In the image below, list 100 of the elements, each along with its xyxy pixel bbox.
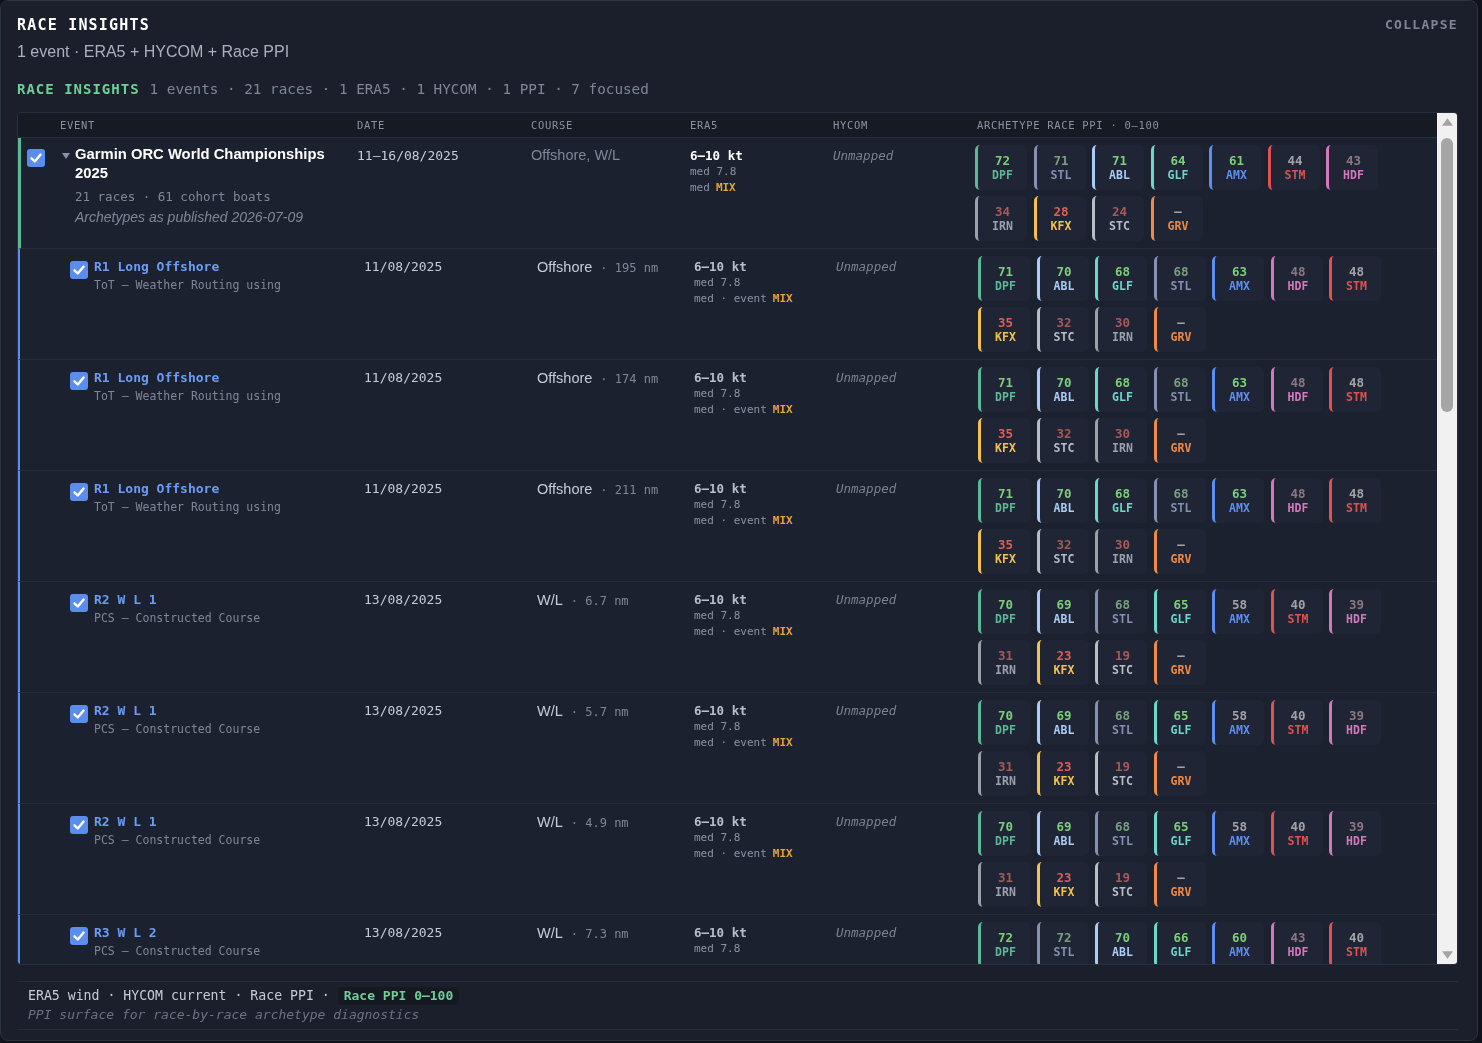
ppi-score: 23 [1056, 758, 1072, 774]
archetype-code: STC [1112, 773, 1133, 789]
ppi-score: 39 [1348, 707, 1365, 723]
race-name[interactable]: R1 Long Offshore [94, 258, 220, 275]
race-date: 13/08/2025 [364, 813, 443, 830]
archetype-code: AMX [1229, 833, 1250, 849]
mix-tag: MIX [772, 846, 793, 862]
course-type: W/L [537, 702, 563, 720]
ppi-score: 58 [1231, 596, 1248, 612]
archetype-code: STL [1112, 833, 1133, 849]
archetype-code: STL [1112, 722, 1133, 738]
archetype-code: DPF [995, 500, 1016, 516]
race-date: 11/08/2025 [364, 480, 443, 497]
checkbox[interactable] [70, 483, 88, 501]
hycom-status: Unmapped [836, 702, 897, 719]
event-date: 11–16/08/2025 [357, 147, 459, 164]
archetype-code: AMX [1229, 500, 1250, 516]
ppi-score: 64 [1170, 152, 1186, 168]
archetype-code: ABL [1053, 389, 1075, 405]
course-distance: · 6.7 nm [570, 594, 629, 608]
race-name[interactable]: R3 W L 2 [94, 924, 157, 941]
race-name[interactable]: R2 W L 1 [94, 813, 157, 830]
archetype-code: KFX [1053, 773, 1075, 789]
archetype-code: KFX [1053, 662, 1075, 678]
wind-median: med 7.8 [694, 275, 741, 291]
ppi-score: 31 [997, 647, 1014, 663]
mix-label: med · event [694, 735, 767, 751]
archetype-code: DPF [995, 833, 1016, 849]
race-name[interactable]: R2 W L 1 [94, 702, 157, 719]
archetype-code: ABL [1109, 167, 1130, 183]
race-date: 11/08/2025 [364, 258, 443, 275]
collapse-button[interactable]: COLLAPSE [1385, 14, 1458, 36]
archetype-code: DPF [995, 722, 1016, 738]
course-distance: · 7.3 nm [570, 927, 629, 941]
archetype-code: HDF [1287, 389, 1309, 405]
ppi-score: 35 [997, 314, 1014, 330]
ppi-score: 30 [1114, 314, 1131, 330]
archetype-code: STL [1050, 167, 1072, 183]
archetype-code: ABL [1112, 944, 1133, 960]
hycom-status: Unmapped [836, 924, 897, 941]
ppi-score: 43 [1345, 152, 1362, 168]
archetype-code: HDF [1346, 722, 1367, 738]
wind-range: 6–10 kt [694, 924, 747, 941]
race-name[interactable]: R1 Long Offshore [94, 369, 220, 386]
checkbox[interactable] [70, 261, 88, 279]
ppi-score: – [1177, 647, 1185, 663]
ppi-score: 32 [1056, 425, 1072, 441]
ppi-score: – [1177, 536, 1185, 552]
checkbox[interactable] [70, 705, 88, 723]
archetype-code: DPF [995, 944, 1016, 960]
ppi-score: 61 [1228, 152, 1245, 168]
archetype-code: STM [1346, 944, 1367, 960]
ppi-score: 68 [1114, 485, 1131, 501]
ppi-score: 19 [1114, 647, 1131, 663]
archetype-code: IRN [995, 662, 1016, 678]
mix-label: med [690, 180, 710, 196]
panel-title: RACE INSIGHTS [17, 15, 150, 36]
archetype-code: IRN [1112, 440, 1133, 456]
archetype-code: DPF [992, 167, 1013, 183]
archetype-code: IRN [1112, 329, 1133, 345]
archetype-code: GLF [1167, 167, 1189, 183]
ppi-score: 68 [1114, 263, 1131, 279]
ppi-score: 63 [1231, 263, 1248, 279]
ppi-score: 70 [1056, 374, 1072, 390]
hycom-status: Unmapped [836, 258, 897, 275]
ppi-score: 68 [1173, 485, 1189, 501]
legend-caption: PPI surface for race-by-race archetype diagnostics [28, 1006, 420, 1023]
ppi-score: – [1177, 758, 1185, 774]
ppi-score: 70 [1056, 263, 1072, 279]
ppi-score: 60 [1231, 929, 1248, 945]
column-header: COURSE [531, 118, 574, 133]
ppi-score: 70 [997, 818, 1014, 834]
scrollbar-thumb[interactable] [1441, 138, 1453, 412]
ppi-score: 23 [1056, 869, 1072, 885]
checkbox[interactable] [70, 372, 88, 390]
panel-subtitle: 1 event · ERA5 + HYCOM + Race PPI [17, 42, 290, 62]
ppi-score: 40 [1290, 707, 1306, 723]
ppi-score: 28 [1053, 203, 1069, 219]
archetype-code: STM [1346, 278, 1367, 294]
checkbox[interactable] [27, 149, 45, 167]
ppi-score: 71 [997, 263, 1014, 279]
column-header: ERA5 [690, 118, 719, 133]
hycom-status: Unmapped [836, 480, 897, 497]
race-name[interactable]: R2 W L 1 [94, 591, 157, 608]
course-type: Offshore [537, 480, 593, 498]
ppi-score: 30 [1114, 425, 1131, 441]
archetype-code: STC [1053, 551, 1075, 567]
ppi-score: 63 [1231, 485, 1248, 501]
ppi-score: 68 [1114, 374, 1131, 390]
checkbox[interactable] [70, 927, 88, 945]
mix-tag: MIX [772, 735, 793, 751]
race-name[interactable]: R1 Long Offshore [94, 480, 220, 497]
checkbox[interactable] [70, 594, 88, 612]
race-date: 13/08/2025 [364, 591, 443, 608]
mix-tag: MIX [772, 513, 793, 529]
caret-icon[interactable] [62, 153, 70, 159]
summary-stats: 1 events · 21 races · 1 ERA5 · 1 HYCOM · 1 PPI · 7 focused [149, 80, 649, 99]
checkbox[interactable] [70, 816, 88, 834]
ppi-score: 35 [997, 425, 1014, 441]
mix-tag: MIX [772, 402, 793, 418]
